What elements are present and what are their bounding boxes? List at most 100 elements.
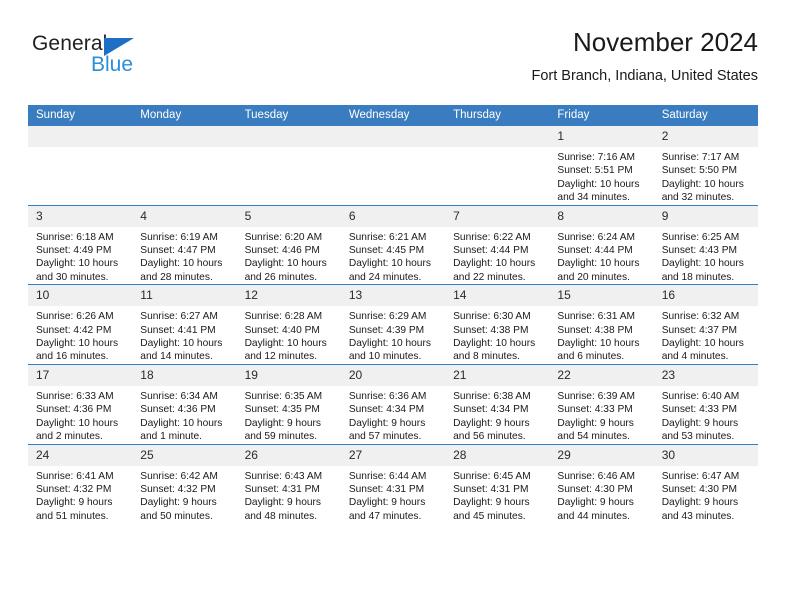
sunset-text: Sunset: 4:42 PM xyxy=(36,324,112,336)
day-details: Sunrise: 6:21 AM Sunset: 4:45 PM Daylight:… xyxy=(341,227,445,285)
daylight-text: Daylight: 10 hours and 12 minutes. xyxy=(244,338,327,363)
calendar-week-row: 3 Sunrise: 6:18 AM Sunset: 4:49 PM Daylight… xyxy=(28,204,758,285)
calendar-day-cell[interactable]: 23 Sunrise: 6:40 AM Sunset: 4:33 PM Dayligh… xyxy=(653,363,758,444)
day-details: Sunrise: 6:45 AM Sunset: 4:31 PM Daylight:… xyxy=(445,466,549,524)
day-details xyxy=(237,147,341,151)
calendar-day-cell[interactable]: 20 Sunrise: 6:36 AM Sunset: 4:34 PM Dayligh… xyxy=(340,363,446,444)
day-details: Sunrise: 6:32 AM Sunset: 4:37 PM Daylight:… xyxy=(654,306,758,364)
sunset-text: Sunset: 4:44 PM xyxy=(557,245,633,257)
day-details: Sunrise: 6:28 AM Sunset: 4:40 PM Daylight:… xyxy=(237,306,341,364)
general-blue-logo[interactable]: General Blue xyxy=(32,32,162,84)
sunrise-text: Sunrise: 6:20 AM xyxy=(244,231,323,243)
calendar-day-cell[interactable]: 13 Sunrise: 6:29 AM Sunset: 4:39 PM Dayligh… xyxy=(340,284,446,365)
day-number: 11 xyxy=(132,285,237,307)
calendar-day-cell[interactable]: 15 Sunrise: 6:31 AM Sunset: 4:38 PM Dayligh… xyxy=(549,284,654,365)
calendar-day-cell[interactable]: 19 Sunrise: 6:35 AM Sunset: 4:35 PM Dayligh… xyxy=(236,363,341,444)
day-number: 20 xyxy=(340,364,446,386)
calendar-day-cell[interactable]: 24 Sunrise: 6:41 AM Sunset: 4:32 PM Dayligh… xyxy=(28,443,133,524)
sunset-text: Sunset: 4:37 PM xyxy=(661,324,738,336)
day-details xyxy=(341,147,445,151)
daylight-text: Daylight: 10 hours and 4 minutes. xyxy=(661,338,744,363)
day-details: Sunrise: 7:16 AM Sunset: 5:51 PM Daylight:… xyxy=(549,147,653,205)
day-number: 12 xyxy=(236,285,341,307)
day-number xyxy=(132,126,237,147)
calendar-day-cell[interactable]: 4 Sunrise: 6:19 AM Sunset: 4:47 PM Daylight… xyxy=(132,204,237,285)
day-number: 22 xyxy=(549,364,654,386)
sunset-text: Sunset: 4:31 PM xyxy=(348,483,425,495)
sunset-text: Sunset: 5:51 PM xyxy=(557,165,633,177)
calendar-day-cell[interactable]: 5 Sunrise: 6:20 AM Sunset: 4:46 PM Daylight… xyxy=(236,204,341,285)
sunset-text: Sunset: 4:38 PM xyxy=(557,324,633,336)
calendar-body: 1 Sunrise: 7:16 AM Sunset: 5:51 PM Daylight… xyxy=(28,126,758,524)
sunrise-text: Sunrise: 6:42 AM xyxy=(140,470,218,482)
calendar-day-cell[interactable]: 9 Sunrise: 6:25 AM Sunset: 4:43 PM Daylight… xyxy=(653,204,758,285)
calendar-day-cell[interactable]: 8 Sunrise: 6:24 AM Sunset: 4:44 PM Daylight… xyxy=(549,204,654,285)
daylight-text: Daylight: 9 hours and 45 minutes. xyxy=(453,497,530,522)
day-details: Sunrise: 6:41 AM Sunset: 4:32 PM Daylight:… xyxy=(28,466,132,524)
day-details: Sunrise: 6:27 AM Sunset: 4:41 PM Daylight:… xyxy=(132,306,236,364)
day-number: 28 xyxy=(445,444,550,466)
daylight-text: Daylight: 9 hours and 43 minutes. xyxy=(661,497,739,522)
calendar-cell-empty xyxy=(340,126,446,206)
day-number: 21 xyxy=(445,364,550,386)
calendar-day-cell[interactable]: 1 Sunrise: 7:16 AM Sunset: 5:51 PM Daylight… xyxy=(549,126,654,206)
calendar-day-cell[interactable]: 22 Sunrise: 6:39 AM Sunset: 4:33 PM Dayligh… xyxy=(549,363,654,444)
sunset-text: Sunset: 4:31 PM xyxy=(453,483,529,495)
calendar-day-cell[interactable]: 16 Sunrise: 6:32 AM Sunset: 4:37 PM Dayligh… xyxy=(653,284,758,365)
calendar-day-cell[interactable]: 10 Sunrise: 6:26 AM Sunset: 4:42 PM Dayligh… xyxy=(28,284,133,365)
sunrise-text: Sunrise: 6:45 AM xyxy=(453,470,531,482)
day-details: Sunrise: 6:18 AM Sunset: 4:49 PM Daylight:… xyxy=(28,227,132,285)
day-number: 7 xyxy=(445,205,550,227)
calendar-day-cell[interactable]: 11 Sunrise: 6:27 AM Sunset: 4:41 PM Dayligh… xyxy=(132,284,237,365)
title-block: November 2024 Fort Branch, Indiana, Unit… xyxy=(532,26,759,86)
daylight-text: Daylight: 10 hours and 20 minutes. xyxy=(557,258,640,283)
day-number: 18 xyxy=(132,364,237,386)
day-details: Sunrise: 6:22 AM Sunset: 4:44 PM Daylight:… xyxy=(445,227,549,285)
day-number: 14 xyxy=(445,285,550,307)
calendar-day-cell[interactable]: 18 Sunrise: 6:34 AM Sunset: 4:36 PM Dayligh… xyxy=(132,363,237,444)
calendar-day-cell[interactable]: 30 Sunrise: 6:47 AM Sunset: 4:30 PM Dayligh… xyxy=(653,443,758,524)
calendar-day-cell[interactable]: 7 Sunrise: 6:22 AM Sunset: 4:44 PM Daylight… xyxy=(445,204,550,285)
sunrise-text: Sunrise: 6:28 AM xyxy=(244,311,323,323)
day-number: 9 xyxy=(653,205,758,227)
sunrise-text: Sunrise: 6:21 AM xyxy=(348,231,427,243)
daylight-text: Daylight: 9 hours and 50 minutes. xyxy=(140,497,217,522)
sunrise-text: Sunrise: 6:34 AM xyxy=(140,390,218,402)
weekday-header-wednesday: Wednesday xyxy=(340,105,446,126)
day-details: Sunrise: 6:25 AM Sunset: 4:43 PM Daylight:… xyxy=(654,227,758,285)
day-details: Sunrise: 6:26 AM Sunset: 4:42 PM Daylight:… xyxy=(28,306,132,364)
calendar-day-cell[interactable]: 29 Sunrise: 6:46 AM Sunset: 4:30 PM Dayligh… xyxy=(549,443,654,524)
day-details: Sunrise: 6:33 AM Sunset: 4:36 PM Daylight:… xyxy=(28,386,132,444)
calendar-day-cell[interactable]: 25 Sunrise: 6:42 AM Sunset: 4:32 PM Dayligh… xyxy=(132,443,237,524)
sunset-text: Sunset: 4:36 PM xyxy=(36,404,112,416)
sunrise-text: Sunrise: 7:17 AM xyxy=(661,152,740,163)
calendar-week-row: 1 Sunrise: 7:16 AM Sunset: 5:51 PM Daylight… xyxy=(28,126,758,206)
day-number xyxy=(340,126,446,147)
calendar-day-cell[interactable]: 14 Sunrise: 6:30 AM Sunset: 4:38 PM Dayligh… xyxy=(445,284,550,365)
sunset-text: Sunset: 4:36 PM xyxy=(140,404,216,416)
calendar-day-cell[interactable]: 21 Sunrise: 6:38 AM Sunset: 4:34 PM Dayligh… xyxy=(445,363,550,444)
calendar-day-cell[interactable]: 6 Sunrise: 6:21 AM Sunset: 4:45 PM Daylight… xyxy=(340,204,446,285)
calendar-day-cell[interactable]: 17 Sunrise: 6:33 AM Sunset: 4:36 PM Dayligh… xyxy=(28,363,133,444)
calendar-day-cell[interactable]: 27 Sunrise: 6:44 AM Sunset: 4:31 PM Dayligh… xyxy=(340,443,446,524)
daylight-text: Daylight: 9 hours and 48 minutes. xyxy=(244,497,322,522)
day-number: 3 xyxy=(28,205,133,227)
sunrise-text: Sunrise: 6:27 AM xyxy=(140,311,218,323)
calendar-day-cell[interactable]: 28 Sunrise: 6:45 AM Sunset: 4:31 PM Dayligh… xyxy=(445,443,550,524)
sunset-text: Sunset: 4:30 PM xyxy=(557,483,633,495)
calendar-day-cell[interactable]: 26 Sunrise: 6:43 AM Sunset: 4:31 PM Dayligh… xyxy=(236,443,341,524)
sunset-text: Sunset: 4:45 PM xyxy=(348,245,425,257)
calendar-day-cell[interactable]: 2 Sunrise: 7:17 AM Sunset: 5:50 PM Daylight… xyxy=(653,126,758,206)
sunrise-text: Sunrise: 6:24 AM xyxy=(557,231,635,243)
calendar-grid: Sunday Monday Tuesday Wednesday Thursday… xyxy=(28,105,758,524)
calendar-cell-empty xyxy=(132,126,237,206)
calendar-day-cell[interactable]: 3 Sunrise: 6:18 AM Sunset: 4:49 PM Daylight… xyxy=(28,204,133,285)
sunset-text: Sunset: 4:34 PM xyxy=(453,404,529,416)
day-number: 4 xyxy=(132,205,237,227)
day-number: 24 xyxy=(28,444,133,466)
sunrise-text: Sunrise: 6:26 AM xyxy=(36,311,114,323)
daylight-text: Daylight: 10 hours and 16 minutes. xyxy=(36,338,119,363)
calendar-day-cell[interactable]: 12 Sunrise: 6:28 AM Sunset: 4:40 PM Dayligh… xyxy=(236,284,341,365)
calendar-cell-empty xyxy=(28,126,133,206)
day-number: 23 xyxy=(653,364,758,386)
